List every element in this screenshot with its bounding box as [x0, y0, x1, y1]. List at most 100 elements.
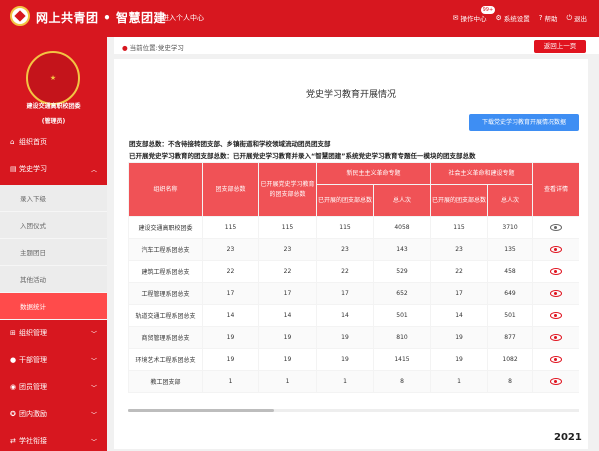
submenu-item-other-activity[interactable]: 其他活动	[0, 266, 107, 293]
submenu-item-enter-lower[interactable]: 录入下级	[0, 185, 107, 212]
app-title: 网上共青团 • 智慧团建	[36, 11, 167, 25]
cell-g1-people: 652	[372, 282, 432, 305]
cell-g2-people: 8	[487, 370, 534, 393]
submenu-item-ceremony[interactable]: 入团仪式	[0, 212, 107, 239]
cell-g2-people: 1082	[487, 348, 534, 371]
cell-org-name: 建设交通高职校团委	[128, 216, 203, 239]
cell-org-name: 工程管理系团总支	[128, 282, 203, 305]
org-name: 建设交通高职校团委	[26, 103, 81, 110]
cell-g2-branches: 1	[430, 370, 489, 393]
sidebar-item-incentive[interactable]: ✪ 团内激励 ﹀	[0, 405, 107, 423]
sidebar-item-label: 组织首页	[19, 138, 47, 146]
cell-g2-people: 649	[487, 282, 534, 305]
eye-icon[interactable]	[550, 334, 563, 341]
cell-branch-done: 17	[258, 282, 317, 305]
table-body: 建设交通高职校团委 115 115 115 4058 115 3710 汽车工程系团总支 23 2…	[128, 216, 579, 393]
breadcrumb-bar: ● 当前位置:党史学习 返回上一页	[114, 37, 599, 54]
system-settings-label: 系统设置	[503, 15, 530, 23]
cell-g1-branches: 1	[316, 370, 374, 393]
system-settings-button[interactable]: ⚙ 系统设置	[495, 13, 529, 23]
cell-g2-people: 135	[487, 238, 534, 261]
table-row: 建筑工程系团总支 22 22 22 529 22 458	[128, 260, 579, 283]
table-row: 工程管理系团总支 17 17 17 652 17 649	[128, 282, 579, 305]
link-icon: ⇄	[10, 437, 16, 445]
eye-icon[interactable]	[550, 312, 563, 319]
note-branch-done: 已开展党史学习教育的团支部总数：已开展党史学习教育并录入“智慧团建”系统党史学习…	[129, 152, 476, 160]
download-data-button[interactable]: 下载党史学习教育开展情况数据	[469, 114, 579, 131]
operation-center-button[interactable]: ✉ 操作中心 99+	[453, 6, 496, 23]
cell-org-name: 教工团支部	[128, 370, 203, 393]
top-actions: ✉ 操作中心 99+ ⚙ 系统设置 ? 帮助 ⏻ 退出	[453, 6, 587, 24]
eye-icon[interactable]	[550, 378, 563, 385]
scrollbar-thumb[interactable]	[128, 409, 274, 412]
cell-g1-people: 810	[372, 326, 432, 349]
cell-g1-branches: 19	[316, 326, 374, 349]
sidebar-item-org-management[interactable]: ⊞ 组织管理 ﹀	[0, 324, 107, 342]
col-header-g2-people: 总人次	[487, 184, 534, 217]
league-logo-icon	[10, 6, 30, 26]
submenu-item-theme-day[interactable]: 主题团日	[0, 239, 107, 266]
eye-icon[interactable]	[550, 224, 563, 231]
cell-g2-branches: 17	[430, 282, 489, 305]
cell-branch-done: 19	[258, 348, 317, 371]
cell-branch-done: 1	[258, 370, 317, 393]
personal-center-link[interactable]: 进入个人中心	[162, 13, 204, 23]
cell-branch-done: 14	[258, 304, 317, 327]
table-row: 汽车工程系团总支 23 23 23 143 23 135	[128, 238, 579, 261]
table-row: 教工团支部 1 1 1 8 1 8	[128, 370, 579, 393]
cell-g1-branches: 19	[316, 348, 374, 371]
sidebar-item-school-society[interactable]: ⇄ 学社衔接 ﹀	[0, 432, 107, 450]
logout-button[interactable]: ⏻ 退出	[566, 13, 587, 24]
top-bar: 网上共青团 • 智慧团建 进入个人中心 ✉ 操作中心 99+ ⚙ 系统设置 ? …	[0, 0, 599, 37]
horizontal-scrollbar[interactable]	[128, 409, 579, 412]
cell-g2-people: 3710	[487, 216, 534, 239]
year-label: 2021	[554, 432, 582, 443]
cell-g1-people: 529	[372, 260, 432, 283]
cell-branch-total: 115	[202, 216, 259, 239]
col-header-group-new-democratic: 新民主主义革命专题	[315, 162, 432, 185]
cell-g1-people: 501	[372, 304, 432, 327]
table-row: 轨道交通工程系团总支 14 14 14 501 14 501	[128, 304, 579, 327]
table-row: 环境艺术工程系团总支 19 19 19 1415 19 1082	[128, 348, 579, 371]
stats-table-scroll[interactable]: 组织名称 团支部总数 已开展党史学习教育的团支部总数 新民主主义革命专题 社会主…	[128, 162, 579, 408]
chevron-down-icon: ﹀	[90, 411, 97, 419]
cell-g1-people: 143	[372, 238, 432, 261]
help-button[interactable]: ? 帮助	[539, 13, 558, 23]
sidebar-item-member-management[interactable]: ◉ 团员管理 ﹀	[0, 378, 107, 396]
chevron-down-icon: ﹀	[90, 357, 97, 365]
cell-view	[532, 216, 579, 239]
cell-g1-people: 8	[372, 370, 432, 393]
sidebar-item-cadre-management[interactable]: ● 干部管理 ﹀	[0, 351, 107, 369]
col-header-branch-done: 已开展党史学习教育的团支部总数	[258, 162, 317, 217]
back-button[interactable]: 返回上一页	[534, 40, 586, 53]
eye-icon[interactable]	[550, 246, 563, 253]
col-header-g1-people: 总人次	[372, 184, 432, 217]
cell-view	[532, 326, 579, 349]
submenu-item-statistics[interactable]: 数据统计	[0, 293, 107, 320]
sidebar-item-party-history[interactable]: ▤ 党史学习 ︿	[0, 160, 107, 178]
chevron-down-icon: ﹀	[90, 330, 97, 338]
cell-branch-done: 22	[258, 260, 317, 283]
folder-icon: ▤	[10, 165, 17, 173]
org-icon: ⊞	[10, 329, 16, 337]
sidebar: ★ 建设交通高职校团委 (管理员) ⌂ 组织首页 ▤ 党史学习 ︿ 录入下级 入…	[0, 37, 107, 451]
sidebar-item-home[interactable]: ⌂ 组织首页	[0, 133, 107, 151]
award-icon: ✪	[10, 410, 16, 418]
cell-branch-done: 115	[258, 216, 317, 239]
eye-icon[interactable]	[550, 268, 563, 275]
cell-branch-total: 19	[202, 326, 259, 349]
cell-org-name: 轨道交通工程系团总支	[128, 304, 203, 327]
home-icon: ⌂	[10, 138, 15, 146]
cell-g1-people: 1415	[372, 348, 432, 371]
cell-org-name: 建筑工程系团总支	[128, 260, 203, 283]
cell-view	[532, 260, 579, 283]
logout-label: 退出	[574, 15, 587, 23]
page-title: 党史学习教育开展情况	[305, 90, 396, 100]
cell-g1-branches: 14	[316, 304, 374, 327]
col-header-group-socialist: 社会主义革命和建设专题	[430, 162, 534, 185]
eye-icon[interactable]	[550, 356, 563, 363]
gear-icon: ⚙	[495, 14, 502, 22]
eye-icon[interactable]	[550, 290, 563, 297]
help-label: 帮助	[544, 15, 558, 23]
cell-g2-branches: 14	[430, 304, 489, 327]
